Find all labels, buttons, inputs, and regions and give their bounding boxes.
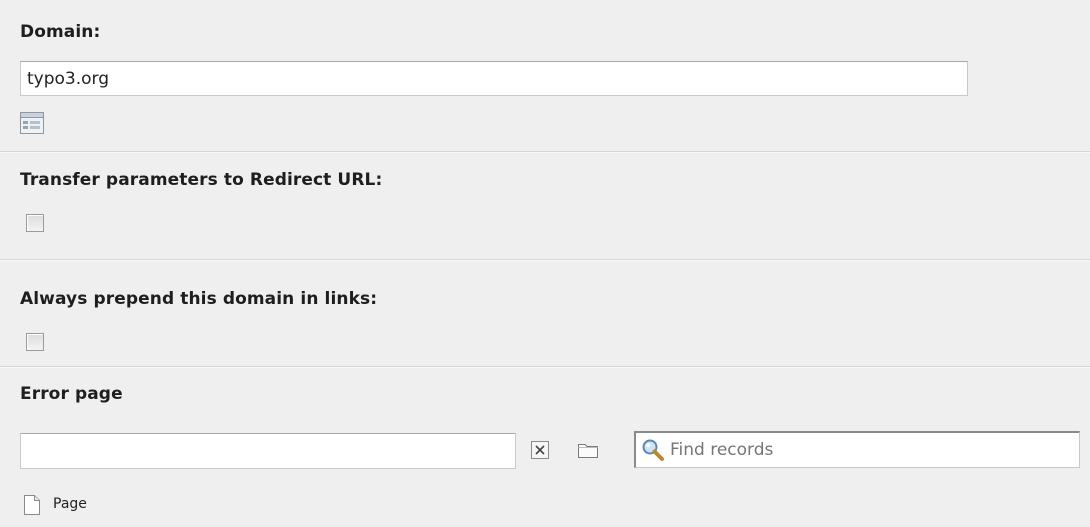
find-records-input[interactable] bbox=[666, 440, 1066, 460]
folder-icon[interactable] bbox=[577, 441, 599, 459]
domain-label: Domain: bbox=[20, 22, 101, 42]
transfer-parameters-checkbox[interactable] bbox=[26, 214, 44, 232]
find-records-box[interactable] bbox=[634, 431, 1080, 468]
list-wizard-icon[interactable] bbox=[20, 112, 44, 134]
prepend-domain-label: Always prepend this domain in links: bbox=[20, 289, 378, 309]
page-icon bbox=[24, 495, 40, 515]
error-page-label: Error page bbox=[20, 384, 123, 404]
error-page-input[interactable] bbox=[20, 433, 516, 469]
record-type-label: Page bbox=[53, 496, 87, 512]
magnifier-icon bbox=[642, 439, 664, 461]
section-divider bbox=[0, 259, 1090, 261]
domain-input[interactable] bbox=[20, 61, 968, 96]
remove-x-icon[interactable] bbox=[531, 441, 549, 459]
transfer-parameters-label: Transfer parameters to Redirect URL: bbox=[20, 170, 383, 190]
section-divider bbox=[0, 151, 1090, 153]
prepend-domain-checkbox[interactable] bbox=[26, 333, 44, 351]
section-divider bbox=[0, 366, 1090, 368]
